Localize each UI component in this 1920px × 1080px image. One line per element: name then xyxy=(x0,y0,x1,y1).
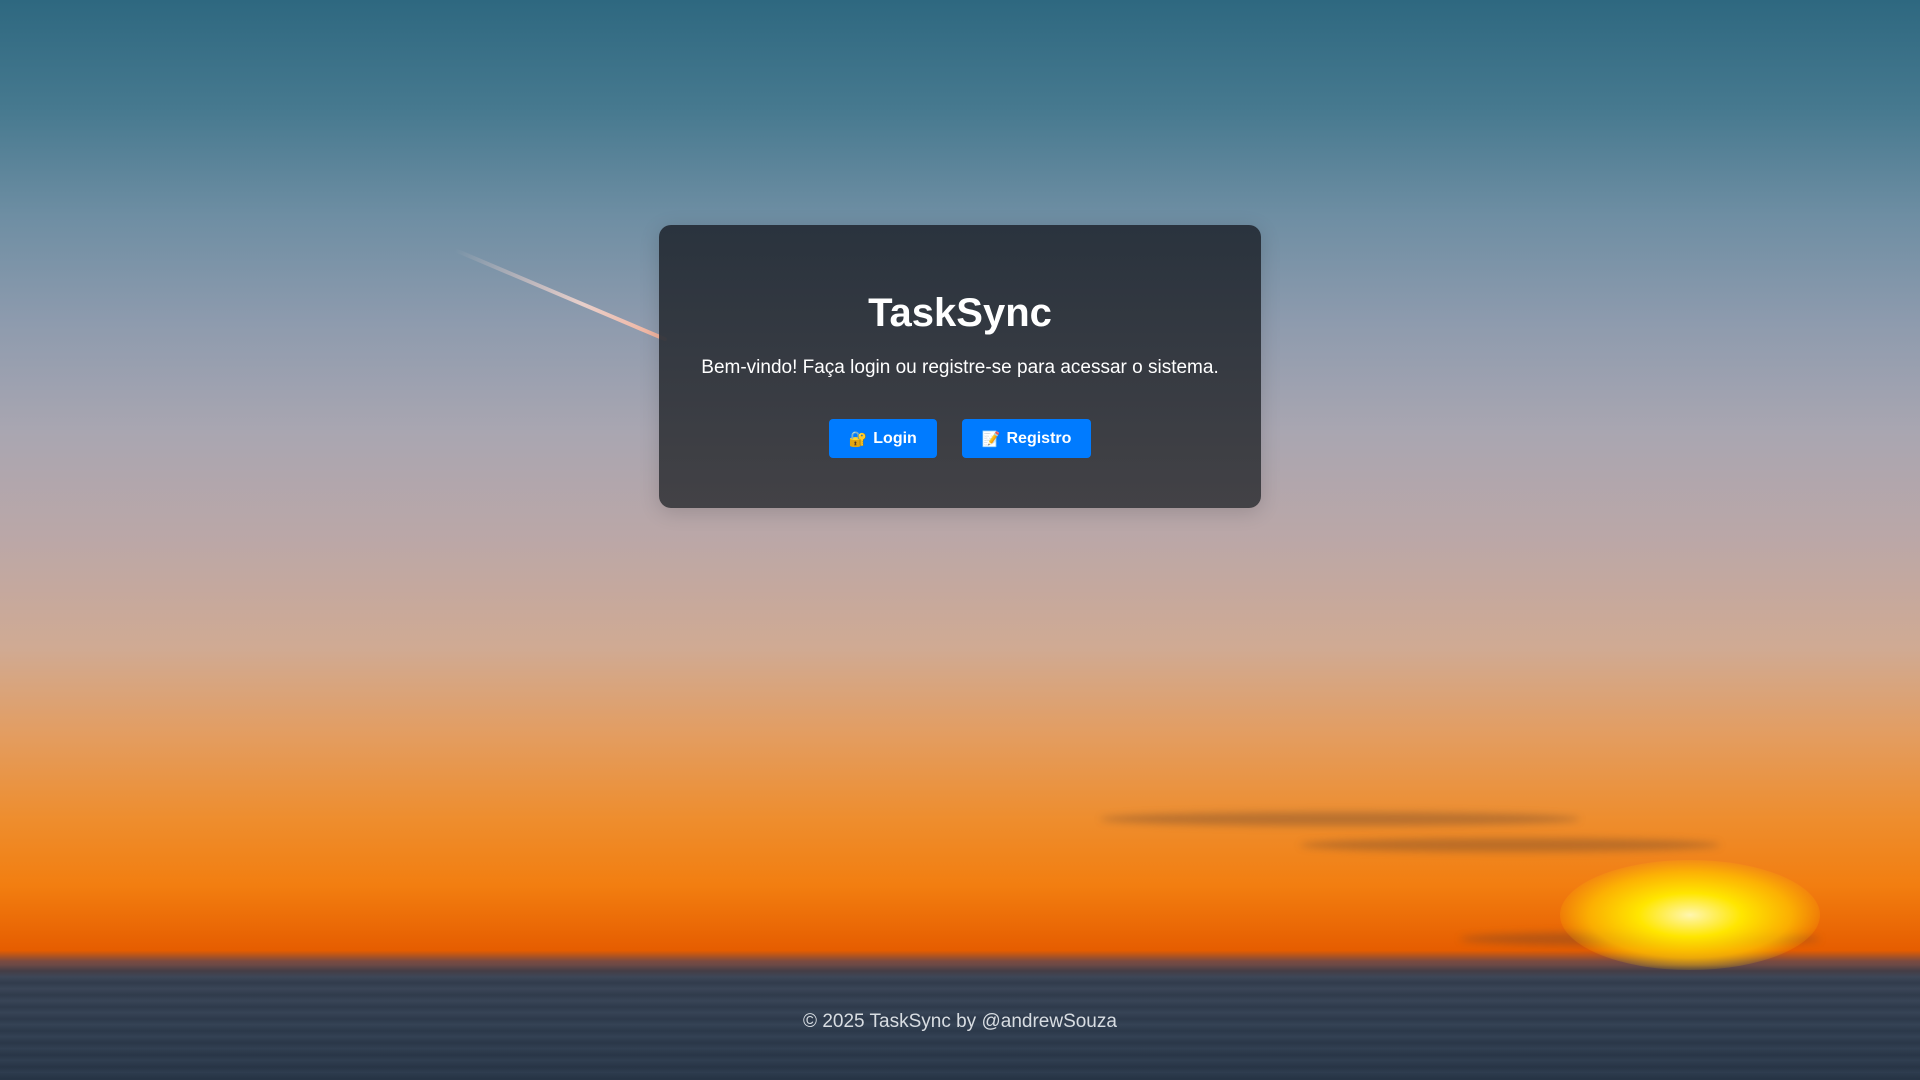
app-title: TaskSync xyxy=(868,291,1052,335)
cloud-streak xyxy=(1300,838,1720,852)
contrail-decoration xyxy=(454,248,668,342)
welcome-card: TaskSync Bem-vindo! Faça login ou regist… xyxy=(659,225,1261,508)
sun-glow xyxy=(1560,860,1820,970)
register-button[interactable]: 📝 Registro xyxy=(961,419,1092,458)
auth-buttons: 🔐 Login 📝 Registro xyxy=(659,419,1261,458)
register-button-label: Registro xyxy=(1006,429,1072,447)
welcome-message: Bem-vindo! Faça login ou registre-se par… xyxy=(701,357,1219,378)
login-button-label: Login xyxy=(873,429,917,447)
lock-key-icon: 🔐 xyxy=(848,430,868,448)
cloud-streak xyxy=(1100,812,1580,826)
memo-icon: 📝 xyxy=(981,430,1001,448)
login-button[interactable]: 🔐 Login xyxy=(828,419,937,458)
footer-copyright: © 2025 TaskSync by @andrewSouza xyxy=(803,1011,1117,1032)
